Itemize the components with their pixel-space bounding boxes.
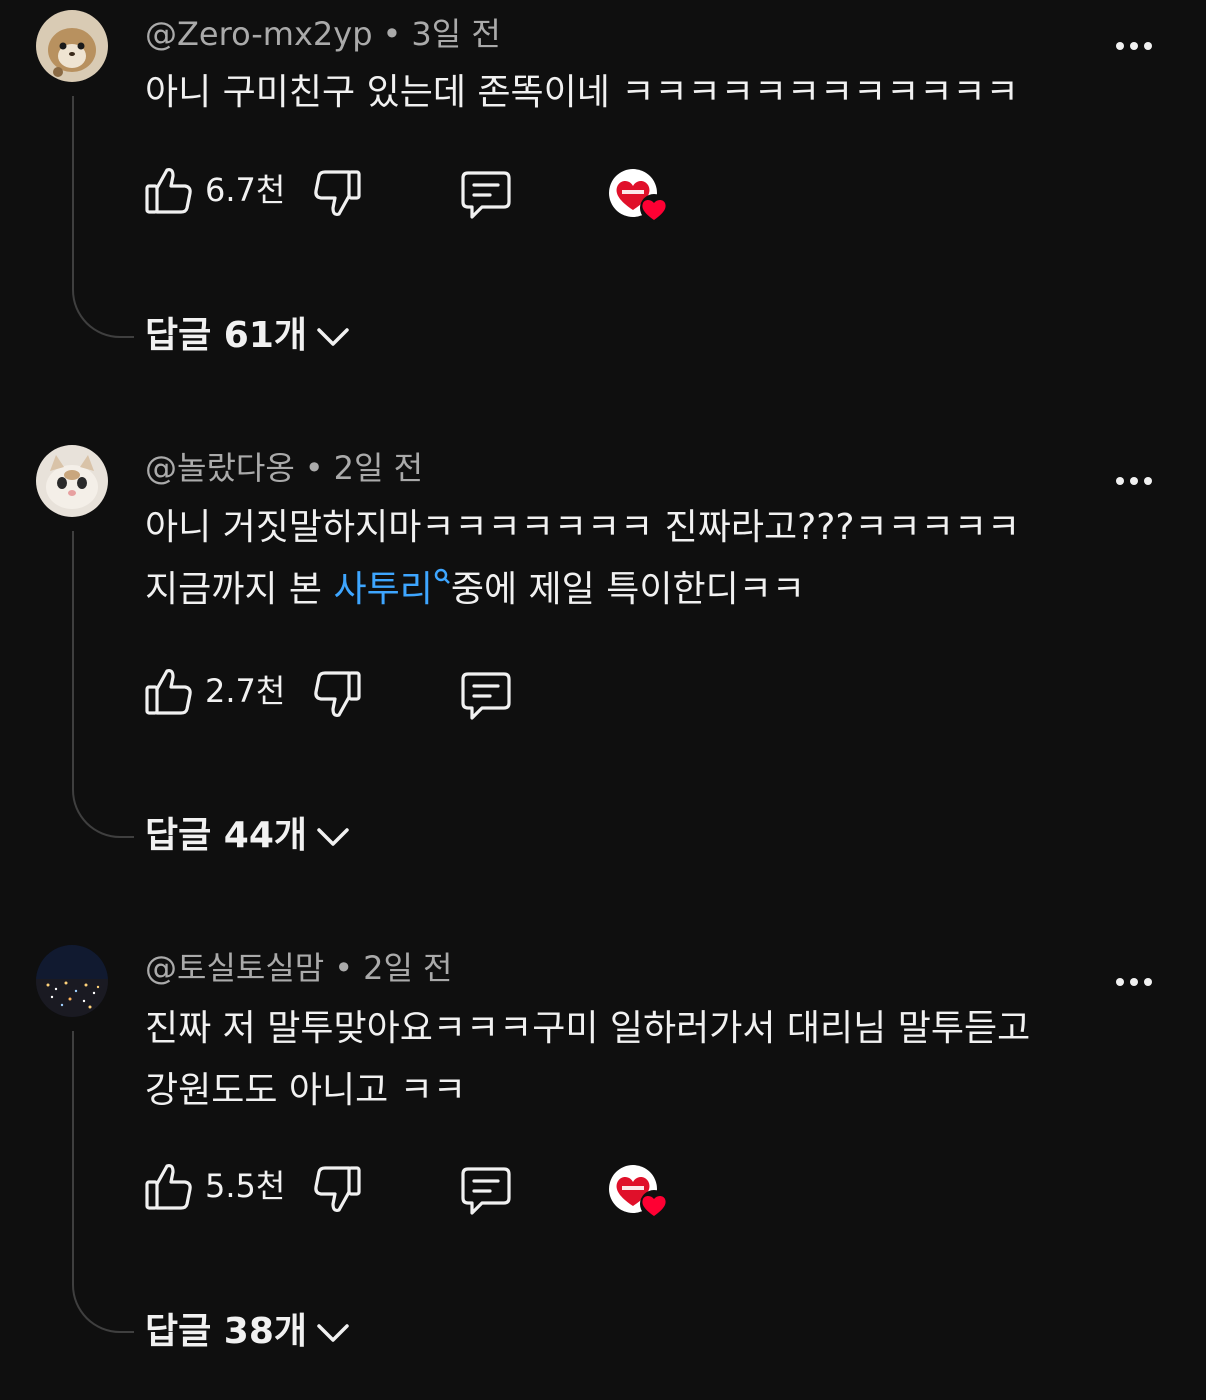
like-button[interactable] bbox=[145, 665, 193, 721]
thumbs-down-icon bbox=[314, 671, 361, 717]
like-count: 2.7천 bbox=[205, 672, 286, 710]
avatar[interactable] bbox=[36, 10, 108, 82]
thumbs-up-icon bbox=[145, 1164, 192, 1210]
replies-count: 답글 61개 bbox=[145, 315, 307, 356]
dislike-button[interactable] bbox=[313, 168, 361, 224]
view-replies-button[interactable]: 답글 38개 bbox=[145, 1308, 351, 1356]
comment-text-line: 진짜 저 말투맞아요ㅋㅋㅋ구미 일하러가서 대리님 말투듣고 bbox=[145, 1008, 1031, 1049]
comment-text-line: 지금까지 본 사투리 중에 제일 특이한디ㅋㅋ bbox=[145, 559, 1145, 621]
more-dots-icon bbox=[1116, 477, 1152, 485]
comment-text-line: 아니 구미친구 있는데 존똑이네 ㅋㅋㅋㅋㅋㅋㅋㅋㅋㅋㅋㅋ bbox=[145, 72, 1019, 113]
thumbs-up-icon bbox=[145, 669, 192, 715]
comment-text: 진짜 저 말투맞아요ㅋㅋㅋ구미 일하러가서 대리님 말투듣고 강원도도 아니고 … bbox=[145, 998, 1145, 1122]
more-dots-icon bbox=[1116, 978, 1152, 986]
more-dots-icon bbox=[1116, 42, 1152, 50]
creator-heart-badge bbox=[608, 168, 670, 224]
author-name[interactable]: @토실토실맘 bbox=[145, 949, 324, 987]
more-options-button[interactable] bbox=[1112, 972, 1156, 992]
comment-icon bbox=[461, 672, 511, 720]
thread-line bbox=[72, 531, 134, 838]
comment-text-line: 아니 거짓말하지마ㅋㅋㅋㅋㅋㅋㅋ 진짜라고???ㅋㅋㅋㅋㅋ bbox=[145, 507, 1021, 548]
replies-count: 답글 38개 bbox=[145, 1311, 307, 1352]
reply-button[interactable] bbox=[460, 1166, 512, 1220]
search-link[interactable]: 사투리 bbox=[333, 568, 451, 610]
like-button[interactable] bbox=[145, 164, 193, 220]
thread-line bbox=[72, 96, 134, 338]
comment-time: 3일 전 bbox=[411, 15, 501, 53]
comment-icon bbox=[461, 171, 511, 219]
separator-dot: • bbox=[304, 449, 324, 487]
comment-text: 아니 구미친구 있는데 존똑이네 ㅋㅋㅋㅋㅋㅋㅋㅋㅋㅋㅋㅋ bbox=[145, 62, 1145, 124]
author-name[interactable]: @Zero-mx2yp bbox=[145, 15, 373, 53]
thread-line bbox=[72, 1031, 134, 1333]
like-button[interactable] bbox=[145, 1160, 193, 1216]
text-segment: 중에 제일 특이한디ㅋㅋ bbox=[450, 569, 805, 610]
comment-meta: @놀랐다옹 • 2일 전 bbox=[145, 448, 423, 488]
thumbs-down-icon bbox=[314, 170, 361, 216]
more-options-button[interactable] bbox=[1112, 36, 1156, 56]
separator-dot: • bbox=[334, 949, 354, 987]
chevron-down-icon bbox=[317, 1324, 349, 1342]
comment-time: 2일 전 bbox=[333, 449, 424, 487]
separator-dot: • bbox=[382, 15, 402, 53]
more-options-button[interactable] bbox=[1112, 471, 1156, 491]
comment-text-line: 강원도도 아니고 ㅋㅋ bbox=[145, 1070, 466, 1111]
chevron-down-icon bbox=[317, 328, 349, 346]
comment-icon bbox=[461, 1167, 511, 1215]
like-count: 6.7천 bbox=[205, 171, 286, 209]
like-count: 5.5천 bbox=[205, 1167, 286, 1205]
creator-heart-badge bbox=[608, 1164, 670, 1220]
comment-time: 2일 전 bbox=[363, 949, 453, 987]
dislike-button[interactable] bbox=[313, 1164, 361, 1220]
reply-button[interactable] bbox=[460, 170, 512, 224]
thumbs-down-icon bbox=[314, 1166, 361, 1212]
view-replies-button[interactable]: 답글 61개 bbox=[145, 312, 351, 360]
avatar[interactable] bbox=[36, 945, 108, 1017]
chevron-down-icon bbox=[317, 828, 349, 846]
thumbs-up-icon bbox=[145, 168, 192, 214]
text-segment: 지금까지 본 bbox=[145, 569, 334, 610]
avatar[interactable] bbox=[36, 445, 108, 517]
view-replies-button[interactable]: 답글 44개 bbox=[145, 812, 351, 860]
comment-meta: @Zero-mx2yp • 3일 전 bbox=[145, 14, 501, 54]
search-link-label: 사투리 bbox=[333, 569, 433, 610]
author-name[interactable]: @놀랐다옹 bbox=[145, 449, 295, 487]
search-icon bbox=[434, 568, 450, 584]
comment-text: 아니 거짓말하지마ㅋㅋㅋㅋㅋㅋㅋ 진짜라고???ㅋㅋㅋㅋㅋ 지금까지 본 사투리… bbox=[145, 497, 1145, 621]
comment-meta: @토실토실맘 • 2일 전 bbox=[145, 948, 453, 988]
dislike-button[interactable] bbox=[313, 669, 361, 725]
reply-button[interactable] bbox=[460, 671, 512, 725]
replies-count: 답글 44개 bbox=[145, 815, 307, 856]
